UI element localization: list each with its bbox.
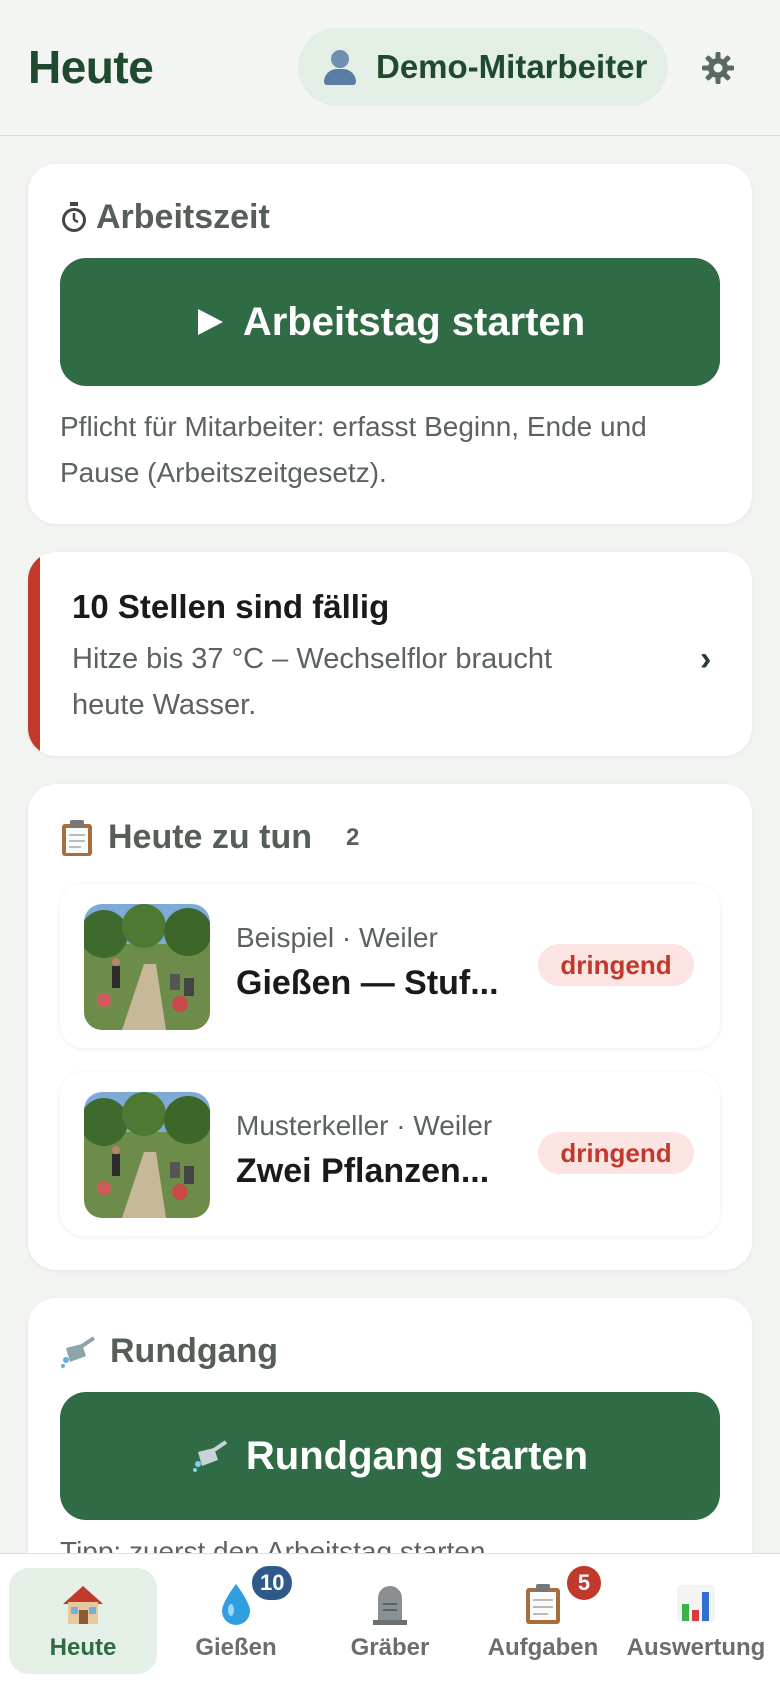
tour-heading-label: Rundgang — [110, 1332, 279, 1370]
stopwatch-icon — [62, 201, 86, 232]
nav-label: Gräber — [350, 1634, 430, 1661]
todo-heading: Heute zu tun 2 — [60, 818, 359, 857]
nav-label: Heute — [49, 1634, 117, 1661]
worktime-heading-label: Arbeitszeit — [96, 198, 270, 236]
gear-icon[interactable] — [700, 50, 736, 86]
urgent-badge: dringend — [538, 944, 694, 986]
chevron-right-icon: › — [700, 640, 712, 678]
app-screen: Heute Demo-Mitarbeiter Arbeitszeit Arbei… — [0, 0, 780, 1688]
start-tour-label: Rundgang starten — [245, 1433, 589, 1478]
headstone-icon — [373, 1586, 407, 1625]
alert-text: Hitze bis 37 °C – Wechselflor braucht he… — [72, 643, 553, 721]
task-title: Zwei Pflanzen... — [236, 1152, 490, 1190]
todo-card: Heute zu tun 2 Beispiel · Weiler Gießen … — [28, 784, 752, 1270]
tour-heading: Rundgang — [60, 1332, 278, 1371]
watering-can-icon — [61, 1335, 96, 1368]
bottom-nav: Heute Gießen 10 Gräber Aufgaben 5 Auswer… — [0, 1553, 780, 1688]
due-alert-card[interactable]: 10 Stellen sind fällig Hitze bis 37 °C –… — [28, 552, 752, 756]
todo-count: 2 — [345, 823, 360, 851]
nav-item-giessen[interactable]: Gießen 10 — [162, 1564, 310, 1674]
task-title: Gießen — Stuf... — [236, 964, 499, 1002]
aufgaben-count-badge: 5 — [565, 1564, 603, 1602]
nav-item-heute[interactable]: Heute — [9, 1568, 157, 1674]
nav-label: Aufgaben — [487, 1634, 599, 1661]
worktime-heading: Arbeitszeit — [60, 198, 270, 237]
alert-title: 10 Stellen sind fällig — [72, 588, 390, 625]
task-thumbnail-image — [84, 904, 210, 1030]
clipboard-icon — [62, 819, 92, 856]
house-icon — [63, 1586, 103, 1624]
user-icon — [320, 47, 360, 87]
user-pill[interactable]: Demo-Mitarbeiter — [298, 28, 668, 106]
task-subtitle: Beispiel · Weiler — [236, 922, 438, 953]
worktime-card: Arbeitszeit Arbeitstag starten Pflicht f… — [28, 164, 752, 524]
bar-chart-icon — [677, 1585, 715, 1623]
nav-item-graeber[interactable]: Gräber — [316, 1568, 464, 1674]
start-workday-button[interactable]: Arbeitstag starten — [60, 258, 720, 386]
urgent-badge: dringend — [538, 1132, 694, 1174]
task-item[interactable]: Musterkeller · Weiler Zwei Pflanzen... d… — [60, 1072, 720, 1236]
todo-heading-label: Heute zu tun — [108, 818, 312, 856]
worktime-note: Pflicht für Mitarbeiter: erfasst Beginn,… — [60, 411, 647, 488]
user-name: Demo-Mitarbeiter — [376, 48, 648, 85]
top-bar: Heute Demo-Mitarbeiter — [0, 0, 780, 136]
alert-accent-bar — [28, 552, 40, 756]
page-title: Heute — [28, 41, 154, 93]
task-subtitle: Musterkeller · Weiler — [236, 1110, 493, 1141]
nav-label: Auswertung — [626, 1634, 766, 1661]
start-workday-label: Arbeitstag starten — [242, 299, 586, 344]
play-icon — [197, 309, 223, 335]
nav-label: Gießen — [195, 1634, 277, 1661]
nav-item-aufgaben[interactable]: Aufgaben 5 — [469, 1564, 617, 1674]
clipboard-icon — [526, 1584, 560, 1624]
watering-can-icon — [192, 1440, 227, 1472]
giessen-count-badge: 10 — [250, 1564, 295, 1602]
task-item[interactable]: Beispiel · Weiler Gießen — Stuf... dring… — [60, 884, 720, 1048]
start-tour-button[interactable]: Rundgang starten — [60, 1392, 720, 1520]
nav-item-auswertung[interactable]: Auswertung — [622, 1568, 770, 1674]
task-thumbnail-image — [84, 1092, 210, 1218]
